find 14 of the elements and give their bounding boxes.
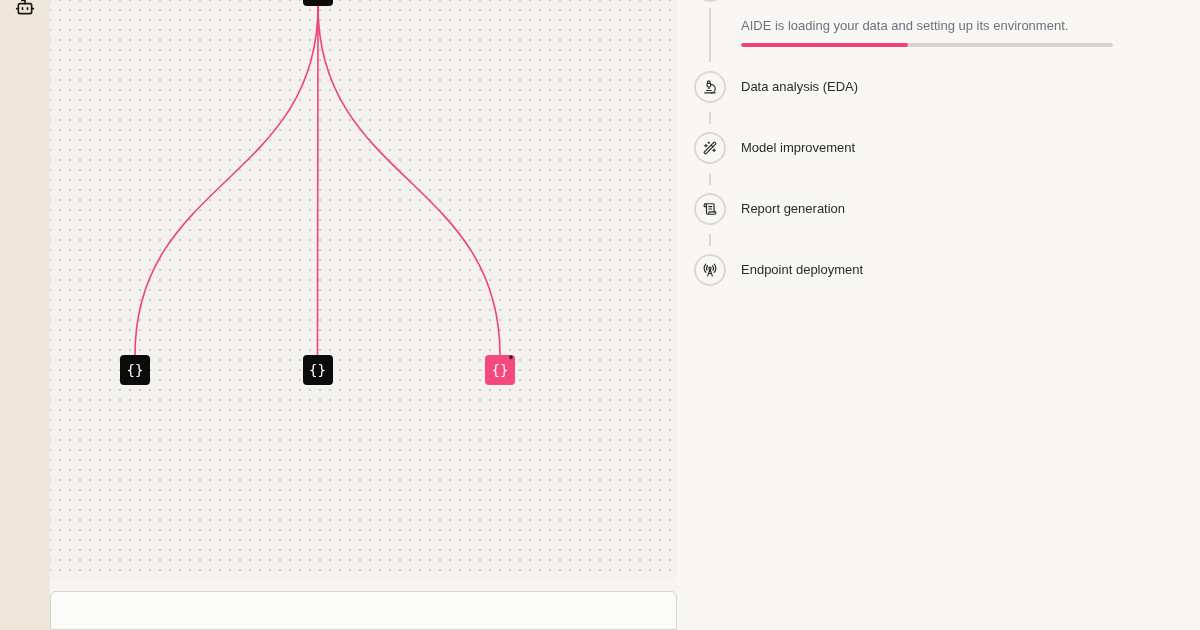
- microscope-icon: [703, 80, 717, 94]
- scroll-icon: [703, 202, 717, 216]
- code-node[interactable]: {}: [120, 355, 150, 385]
- asterisk-label: *: [508, 353, 513, 365]
- step-label: Endpoint deployment: [741, 261, 864, 280]
- step-label: Data analysis (EDA): [741, 78, 859, 97]
- magic-wand-icon: [703, 141, 717, 155]
- radio-tower-icon: [703, 263, 717, 277]
- status-description: AIDE is loading your data and setting up its environment.: [741, 17, 1070, 35]
- step-label: Report generation: [741, 200, 846, 219]
- step-label: Model improvement: [741, 139, 856, 158]
- code-node[interactable]: {}: [302, 355, 333, 385]
- code-node[interactable]: {} *: [485, 355, 515, 385]
- robot-icon[interactable]: [15, 0, 35, 17]
